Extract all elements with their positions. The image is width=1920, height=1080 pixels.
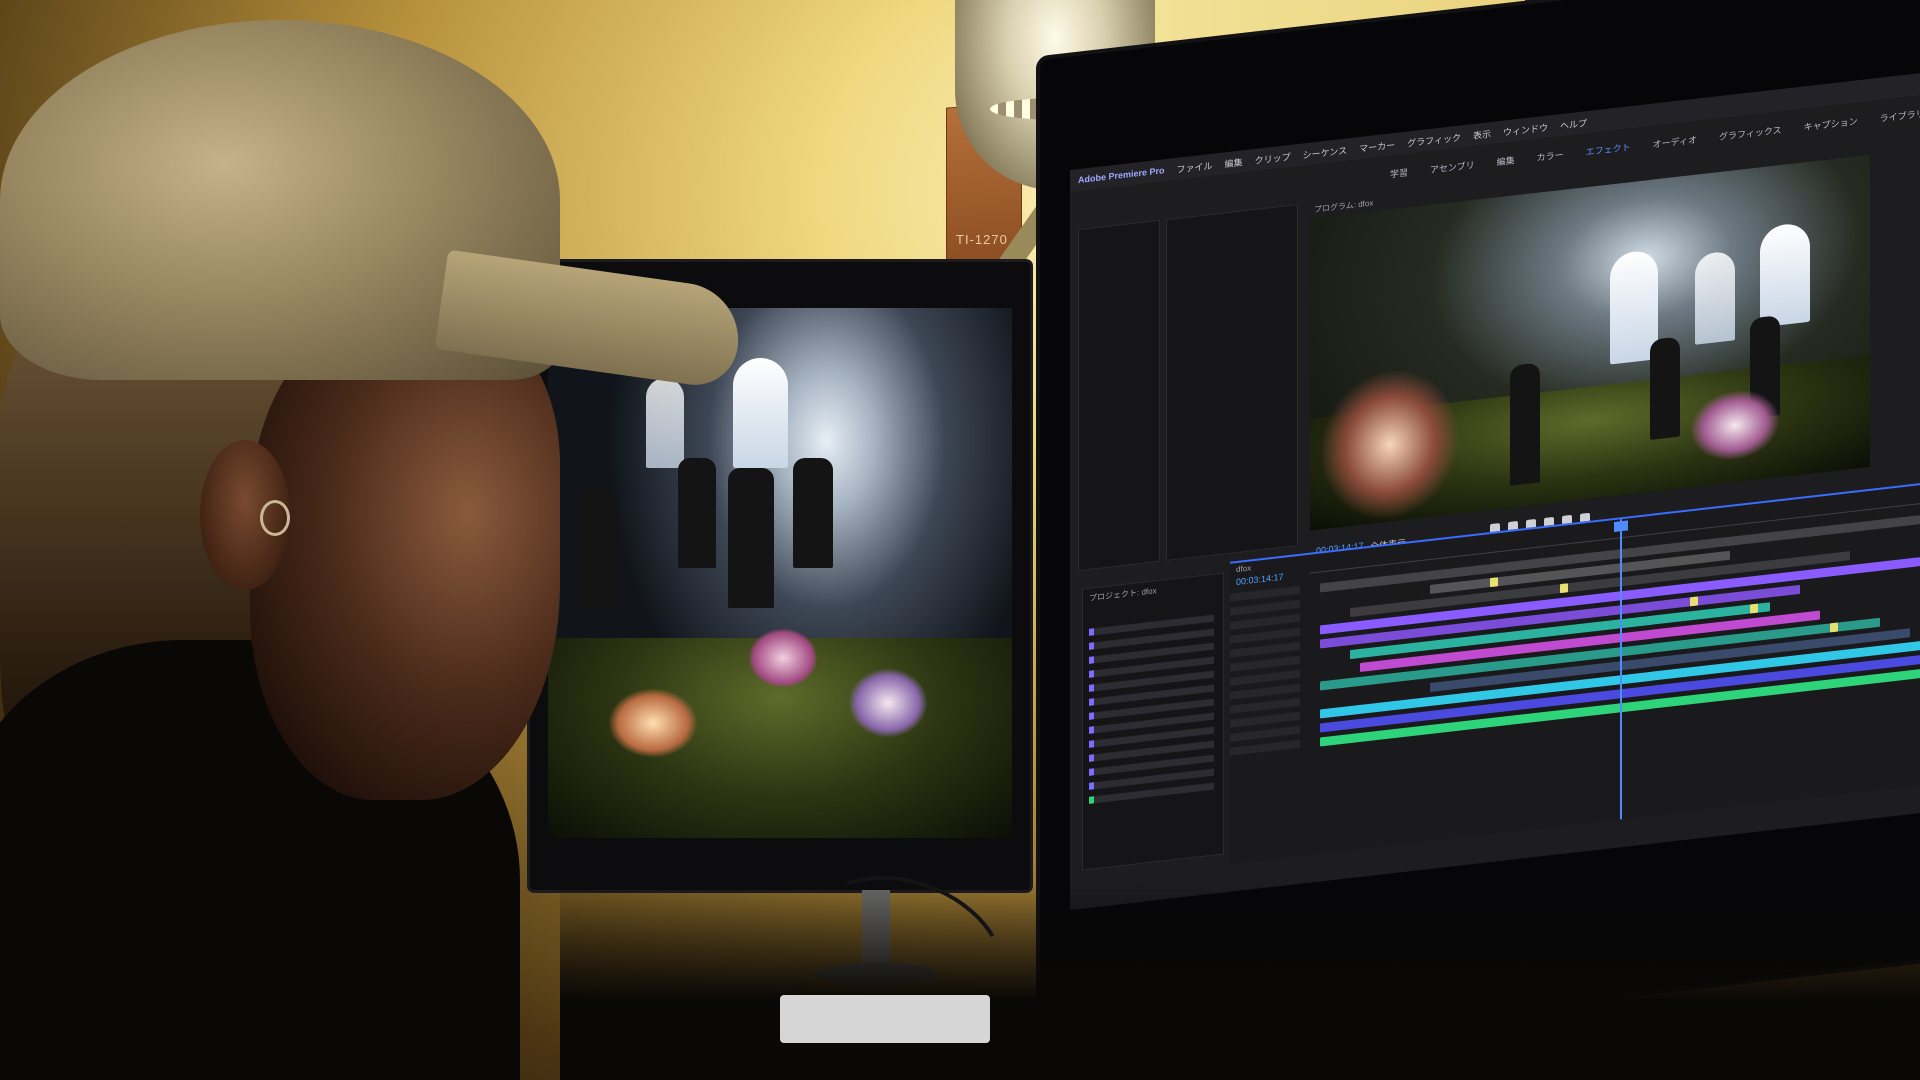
- timeline-marker[interactable]: [1690, 596, 1698, 607]
- flower-cluster: [848, 668, 928, 738]
- window-arch: [1695, 250, 1735, 345]
- tab-graphics[interactable]: グラフィックス: [1719, 123, 1782, 143]
- menu-file[interactable]: ファイル: [1177, 158, 1213, 175]
- tab-color[interactable]: カラー: [1537, 148, 1564, 164]
- band-member: [793, 458, 833, 568]
- window-arch: [733, 358, 788, 468]
- program-monitor: [1310, 154, 1870, 531]
- window-arch: [1760, 221, 1810, 328]
- desk-device: [780, 995, 990, 1043]
- track-header[interactable]: [1230, 683, 1300, 700]
- track-header[interactable]: [1230, 725, 1300, 742]
- track-header[interactable]: [1230, 641, 1300, 658]
- app-name: Adobe Premiere Pro: [1078, 165, 1165, 186]
- flower-cluster: [748, 628, 818, 688]
- menu-help[interactable]: ヘルプ: [1560, 116, 1587, 132]
- tab-audio[interactable]: オーディオ: [1653, 133, 1697, 151]
- menu-clip[interactable]: クリップ: [1255, 149, 1291, 166]
- track-header[interactable]: [1230, 599, 1300, 616]
- track-header[interactable]: [1230, 627, 1300, 644]
- track-header[interactable]: [1230, 655, 1300, 672]
- track-header[interactable]: [1230, 585, 1300, 602]
- effect-controls-panel: [1078, 219, 1160, 572]
- source-panel: [1166, 204, 1298, 562]
- timeline-panel: dfox 00:03:14:17: [1230, 482, 1920, 864]
- track-header[interactable]: [1230, 669, 1300, 686]
- menu-view[interactable]: 表示: [1473, 127, 1491, 142]
- timeline-marker[interactable]: [1830, 622, 1838, 633]
- desk: [560, 880, 1920, 1080]
- track-header[interactable]: [1230, 697, 1300, 714]
- tab-learning[interactable]: 学習: [1390, 165, 1408, 180]
- timeline-timecode: 00:03:14:17: [1236, 571, 1284, 588]
- earring: [260, 500, 290, 536]
- singer: [1510, 362, 1540, 486]
- tab-libraries[interactable]: ライブラリ: [1880, 107, 1920, 125]
- tab-editing[interactable]: 編集: [1497, 153, 1515, 168]
- track-header[interactable]: [1230, 739, 1300, 756]
- track-header[interactable]: [1230, 613, 1300, 630]
- track-header[interactable]: [1230, 711, 1300, 728]
- menu-graphics[interactable]: グラフィック: [1407, 130, 1461, 149]
- playhead-handle[interactable]: [1614, 520, 1628, 533]
- timeline-marker[interactable]: [1750, 603, 1758, 614]
- face: [250, 320, 560, 800]
- photo-scene: TI-1270 Adobe Premiere Pro ファイル 編集 クリップ …: [0, 0, 1920, 1080]
- band-member: [1650, 336, 1680, 440]
- menu-sequence[interactable]: シーケンス: [1303, 143, 1348, 161]
- person: [0, 20, 746, 1080]
- tab-effects[interactable]: エフェクト: [1586, 140, 1631, 158]
- timeline-marker[interactable]: [1560, 583, 1568, 594]
- project-label: プロジェクト: dfox: [1089, 586, 1157, 603]
- poster-code: TI-1270: [956, 232, 1008, 247]
- sequence-tab[interactable]: dfox: [1236, 563, 1251, 574]
- playhead[interactable]: [1620, 519, 1622, 820]
- tab-captions[interactable]: キャプション: [1804, 114, 1858, 133]
- menu-marker[interactable]: マーカー: [1359, 137, 1395, 154]
- menu-window[interactable]: ウィンドウ: [1503, 120, 1548, 138]
- timeline-marker[interactable]: [1490, 577, 1498, 588]
- project-panel: プロジェクト: dfox: [1082, 572, 1224, 871]
- tab-assembly[interactable]: アセンブリ: [1430, 158, 1475, 176]
- menu-edit[interactable]: 編集: [1225, 155, 1243, 170]
- editor-screen: Adobe Premiere Pro ファイル 編集 クリップ シーケンス マー…: [1070, 72, 1920, 910]
